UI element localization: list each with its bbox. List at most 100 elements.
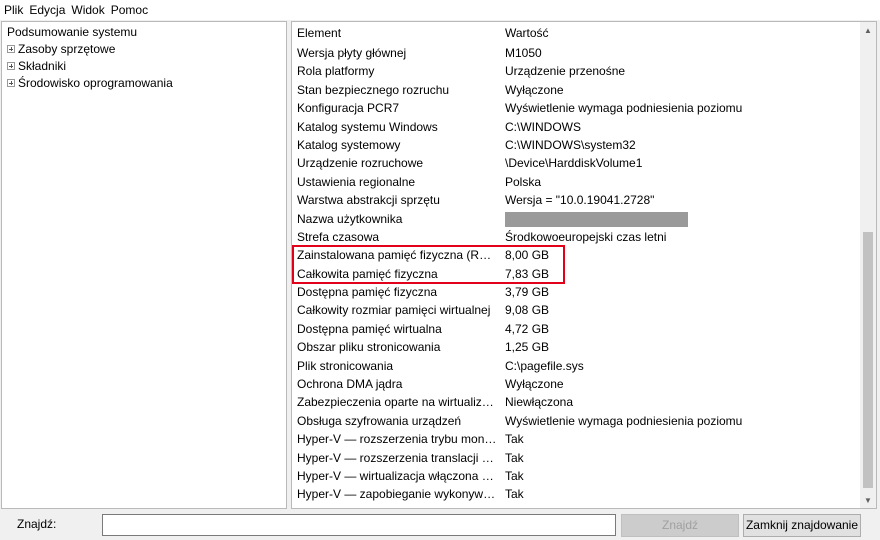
table-row[interactable]: Całkowita pamięć fizyczna 7,83 GB (292, 265, 860, 283)
cell-element: Stan bezpiecznego rozruchu (297, 82, 450, 97)
cell-value (505, 210, 855, 228)
cell-value: 9,08 GB (505, 303, 550, 318)
table-row[interactable]: Obsługa szyfrowania urządzeń Wyświetlenie… (292, 412, 860, 430)
table-row[interactable]: Hyper-V — rozszerzenia trybu monitor... T… (292, 430, 860, 448)
vertical-scrollbar[interactable]: ▲ ▼ (860, 22, 876, 508)
cell-element: Hyper-V — rozszerzenia translacji adre..… (297, 450, 497, 465)
cell-value: 1,25 GB (505, 340, 550, 355)
table-row[interactable]: Zabezpieczenia oparte na wirtualizacji Ni… (292, 393, 860, 411)
cell-element: Strefa czasowa (297, 229, 380, 244)
table-row[interactable]: Urządzenie rozruchowe \Device\HarddiskVol… (292, 154, 860, 172)
tree-item-system-summary[interactable]: Podsumowanie systemu (7, 24, 137, 41)
menu-edit[interactable]: Edycja (26, 0, 68, 20)
cell-value: Wyłączone (505, 82, 564, 97)
table-row[interactable]: Hyper-V — rozszerzenia translacji adre..… (292, 449, 860, 467)
table-row[interactable]: Plik stronicowania C:\pagefile.sys (292, 357, 860, 375)
cell-value: Tak (505, 432, 524, 447)
table-row[interactable]: Ochrona DMA jądra Wyłączone (292, 375, 860, 393)
cell-element: Całkowity rozmiar pamięci wirtualnej (297, 303, 491, 318)
scroll-up-arrow-icon[interactable]: ▲ (860, 22, 876, 38)
expand-plus-icon[interactable] (7, 78, 15, 87)
menu-bar: Plik Edycja Widok Pomoc (0, 0, 880, 20)
cell-element: Obsługa szyfrowania urządzeń (297, 413, 462, 428)
table-row[interactable]: Całkowity rozmiar pamięci wirtualnej 9,08… (292, 301, 860, 319)
table-row[interactable]: Dostępna pamięć fizyczna 3,79 GB (292, 283, 860, 301)
menu-view[interactable]: Widok (68, 0, 107, 20)
close-find-button[interactable]: Zamknij znajdowanie (743, 514, 861, 537)
cell-value: Tak (505, 450, 524, 465)
table-row[interactable]: Obszar pliku stronicowania 1,25 GB (292, 338, 860, 356)
table-row[interactable]: Katalog systemowy C:\WINDOWS\system32 (292, 136, 860, 154)
scroll-down-arrow-icon[interactable]: ▼ (860, 492, 876, 508)
cell-element: Dostępna pamięć fizyczna (297, 285, 438, 300)
cell-element: Hyper-V — wirtualizacja włączona w o... (297, 468, 497, 483)
cell-value: 7,83 GB (505, 266, 550, 281)
table-row[interactable]: Zainstalowana pamięć fizyczna (RAM) 8,00 … (292, 246, 860, 264)
cell-element: Całkowita pamięć fizyczna (297, 266, 438, 281)
cell-element: Katalog systemu Windows (297, 119, 438, 134)
cell-element: Rola platformy (297, 64, 375, 79)
cell-value: Wyłączone (505, 377, 564, 392)
cell-value: Polska (505, 174, 542, 189)
find-input[interactable] (102, 514, 616, 536)
tree-item-label: Składniki (18, 59, 67, 73)
cell-element: Katalog systemowy (297, 137, 401, 152)
cell-element: Ustawienia regionalne (297, 174, 416, 189)
details-list[interactable]: Element Wartość Wersja płyty głównej M105… (291, 21, 877, 509)
cell-element: Zainstalowana pamięć fizyczna (RAM) (297, 248, 497, 263)
cell-value: \Device\HarddiskVolume1 (505, 156, 643, 171)
tree-item-label: Zasoby sprzętowe (18, 42, 116, 56)
cell-value: Wersja = "10.0.19041.2728" (505, 193, 655, 208)
cell-element: Nazwa użytkownika (297, 211, 403, 226)
list-header: Element Wartość (292, 22, 860, 44)
cell-element: Ochrona DMA jądra (297, 377, 403, 392)
menu-help[interactable]: Pomoc (108, 0, 151, 20)
column-header-element[interactable]: Element (297, 26, 341, 40)
cell-element: Dostępna pamięć wirtualna (297, 321, 442, 336)
cell-value: Niewłączona (505, 395, 574, 410)
list-rows: Wersja płyty głównej M1050 Rola platformy U… (292, 44, 860, 504)
table-row[interactable]: Warstwa abstrakcji sprzętu Wersja = "10.0… (292, 191, 860, 209)
table-row[interactable]: Strefa czasowa Środkowoeuropejski czas le… (292, 228, 860, 246)
table-row[interactable]: Nazwa użytkownika (292, 210, 860, 228)
cell-value: Tak (505, 487, 524, 502)
table-row[interactable]: Katalog systemu Windows C:\WINDOWS (292, 118, 860, 136)
cell-element: Urządzenie rozruchowe (297, 156, 424, 171)
cell-value: C:\WINDOWS\system32 (505, 137, 636, 152)
find-label: Znajdź: (17, 517, 57, 531)
table-row[interactable]: Hyper-V — zapobieganie wykonywani... Tak (292, 485, 860, 503)
expand-plus-icon[interactable] (7, 44, 15, 53)
cell-value: C:\pagefile.sys (505, 358, 584, 373)
cell-element: Plik stronicowania (297, 358, 394, 373)
table-row[interactable]: Stan bezpiecznego rozruchu Wyłączone (292, 81, 860, 99)
find-bar: Znajdź: Znajdź Zamknij znajdowanie (0, 510, 880, 540)
cell-value: C:\WINDOWS (505, 119, 581, 134)
table-row[interactable]: Rola platformy Urządzenie przenośne (292, 62, 860, 80)
cell-value: Środkowoeuropejski czas letni (505, 229, 667, 244)
table-row[interactable]: Hyper-V — wirtualizacja włączona w o... T… (292, 467, 860, 485)
category-tree[interactable]: Podsumowanie systemu Zasoby sprzętowe Sk… (1, 21, 287, 509)
cell-element: Warstwa abstrakcji sprzętu (297, 193, 440, 208)
cell-value: Urządzenie przenośne (505, 64, 626, 79)
table-row[interactable]: Dostępna pamięć wirtualna 4,72 GB (292, 320, 860, 338)
cell-value: 8,00 GB (505, 248, 550, 263)
cell-value: Wyświetlenie wymaga podniesienia poziomu (505, 101, 743, 116)
table-row[interactable]: Wersja płyty głównej M1050 (292, 44, 860, 62)
tree-item-hardware-resources[interactable]: Zasoby sprzętowe (7, 41, 115, 58)
table-row[interactable]: Konfiguracja PCR7 Wyświetlenie wymaga pod… (292, 99, 860, 117)
expand-plus-icon[interactable] (7, 61, 15, 70)
cell-element: Konfiguracja PCR7 (297, 101, 400, 116)
cell-element: Hyper-V — zapobieganie wykonywani... (297, 487, 497, 502)
cell-element: Zabezpieczenia oparte na wirtualizacji (297, 395, 497, 410)
tree-item-components[interactable]: Składniki (7, 58, 66, 75)
scrollbar-thumb[interactable] (863, 232, 873, 488)
cell-element: Hyper-V — rozszerzenia trybu monitor... (297, 432, 497, 447)
cell-value: M1050 (505, 46, 542, 60)
redacted-value (505, 211, 688, 227)
menu-file[interactable]: Plik (0, 0, 26, 20)
column-header-value[interactable]: Wartość (505, 26, 549, 40)
cell-value: 4,72 GB (505, 321, 550, 336)
table-row[interactable]: Ustawienia regionalne Polska (292, 173, 860, 191)
tree-item-software-environment[interactable]: Środowisko oprogramowania (7, 75, 173, 92)
find-button[interactable]: Znajdź (621, 514, 739, 537)
